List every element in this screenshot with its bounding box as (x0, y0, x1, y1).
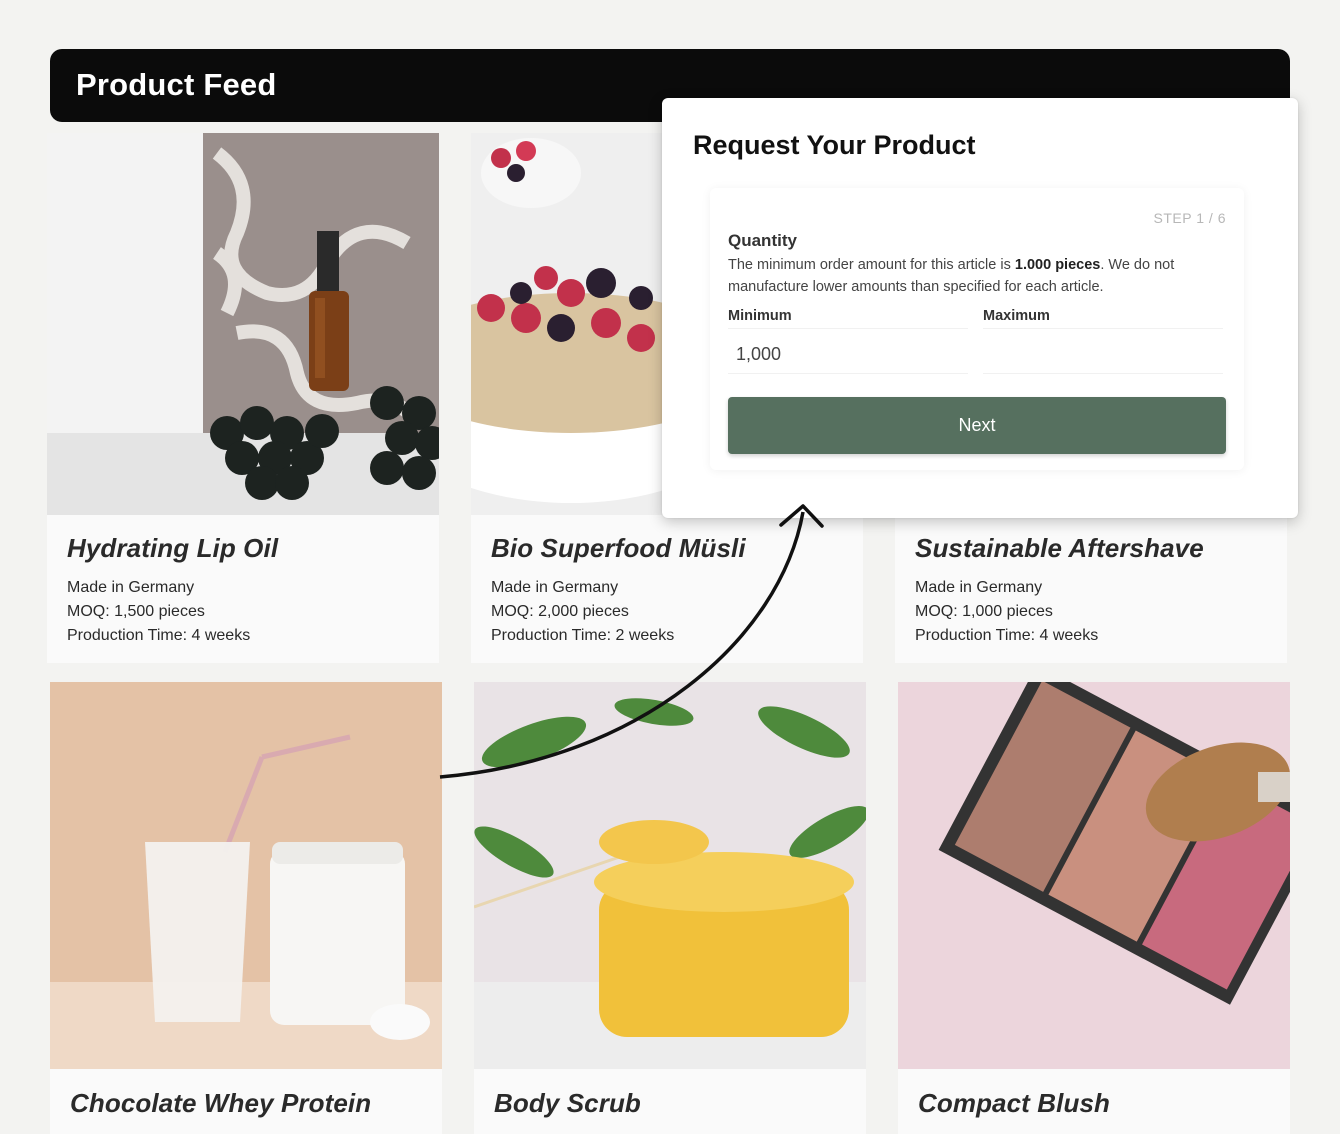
product-card[interactable]: Hydrating Lip Oil Made in Germany MOQ: 1… (47, 133, 439, 663)
quantity-label: Quantity (728, 231, 797, 250)
product-image (898, 682, 1290, 1069)
next-button[interactable]: Next (728, 397, 1226, 454)
product-production-time: Production Time: 4 weeks (915, 627, 1099, 644)
product-moq: MOQ: 1,000 pieces (915, 603, 1053, 620)
page-title: Product Feed (76, 67, 277, 102)
product-origin: Made in Germany (67, 579, 195, 596)
minimum-label: Minimum (728, 308, 792, 324)
product-card[interactable]: Chocolate Whey Protein (50, 682, 442, 1134)
product-moq: MOQ: 1,500 pieces (67, 603, 205, 620)
product-image (474, 682, 866, 1069)
product-image (47, 133, 439, 515)
maximum-label: Maximum (983, 308, 1050, 324)
product-moq: MOQ: 2,000 pieces (491, 603, 629, 620)
product-card[interactable]: Compact Blush (898, 682, 1290, 1134)
product-title[interactable]: Body Scrub (494, 1088, 850, 1119)
product-title[interactable]: Chocolate Whey Protein (70, 1088, 426, 1119)
step-indicator: STEP 1 / 6 (1153, 210, 1226, 226)
product-production-time: Production Time: 4 weeks (67, 627, 251, 644)
product-title[interactable]: Sustainable Aftershave (915, 533, 1271, 564)
request-product-modal: Request Your Product STEP 1 / 6 Quantity… (662, 98, 1298, 518)
minimum-order-amount: 1.000 pieces (1014, 257, 1101, 273)
product-production-time: Production Time: 2 weeks (491, 627, 675, 644)
product-origin: Made in Germany (491, 579, 619, 596)
product-title[interactable]: Bio Superfood Müsli (491, 533, 847, 564)
product-card[interactable]: Body Scrub (474, 682, 866, 1134)
product-title[interactable]: Hydrating Lip Oil (67, 533, 423, 564)
modal-title: Request Your Product (693, 130, 976, 160)
quantity-description: The minimum order amount for this articl… (728, 257, 1175, 295)
step-panel: STEP 1 / 6 Quantity The minimum order am… (710, 188, 1244, 470)
maximum-input[interactable] (983, 328, 1223, 374)
product-origin: Made in Germany (915, 579, 1043, 596)
product-image (50, 682, 442, 1069)
product-title[interactable]: Compact Blush (918, 1088, 1274, 1119)
minimum-input[interactable]: 1,000 (728, 328, 968, 374)
